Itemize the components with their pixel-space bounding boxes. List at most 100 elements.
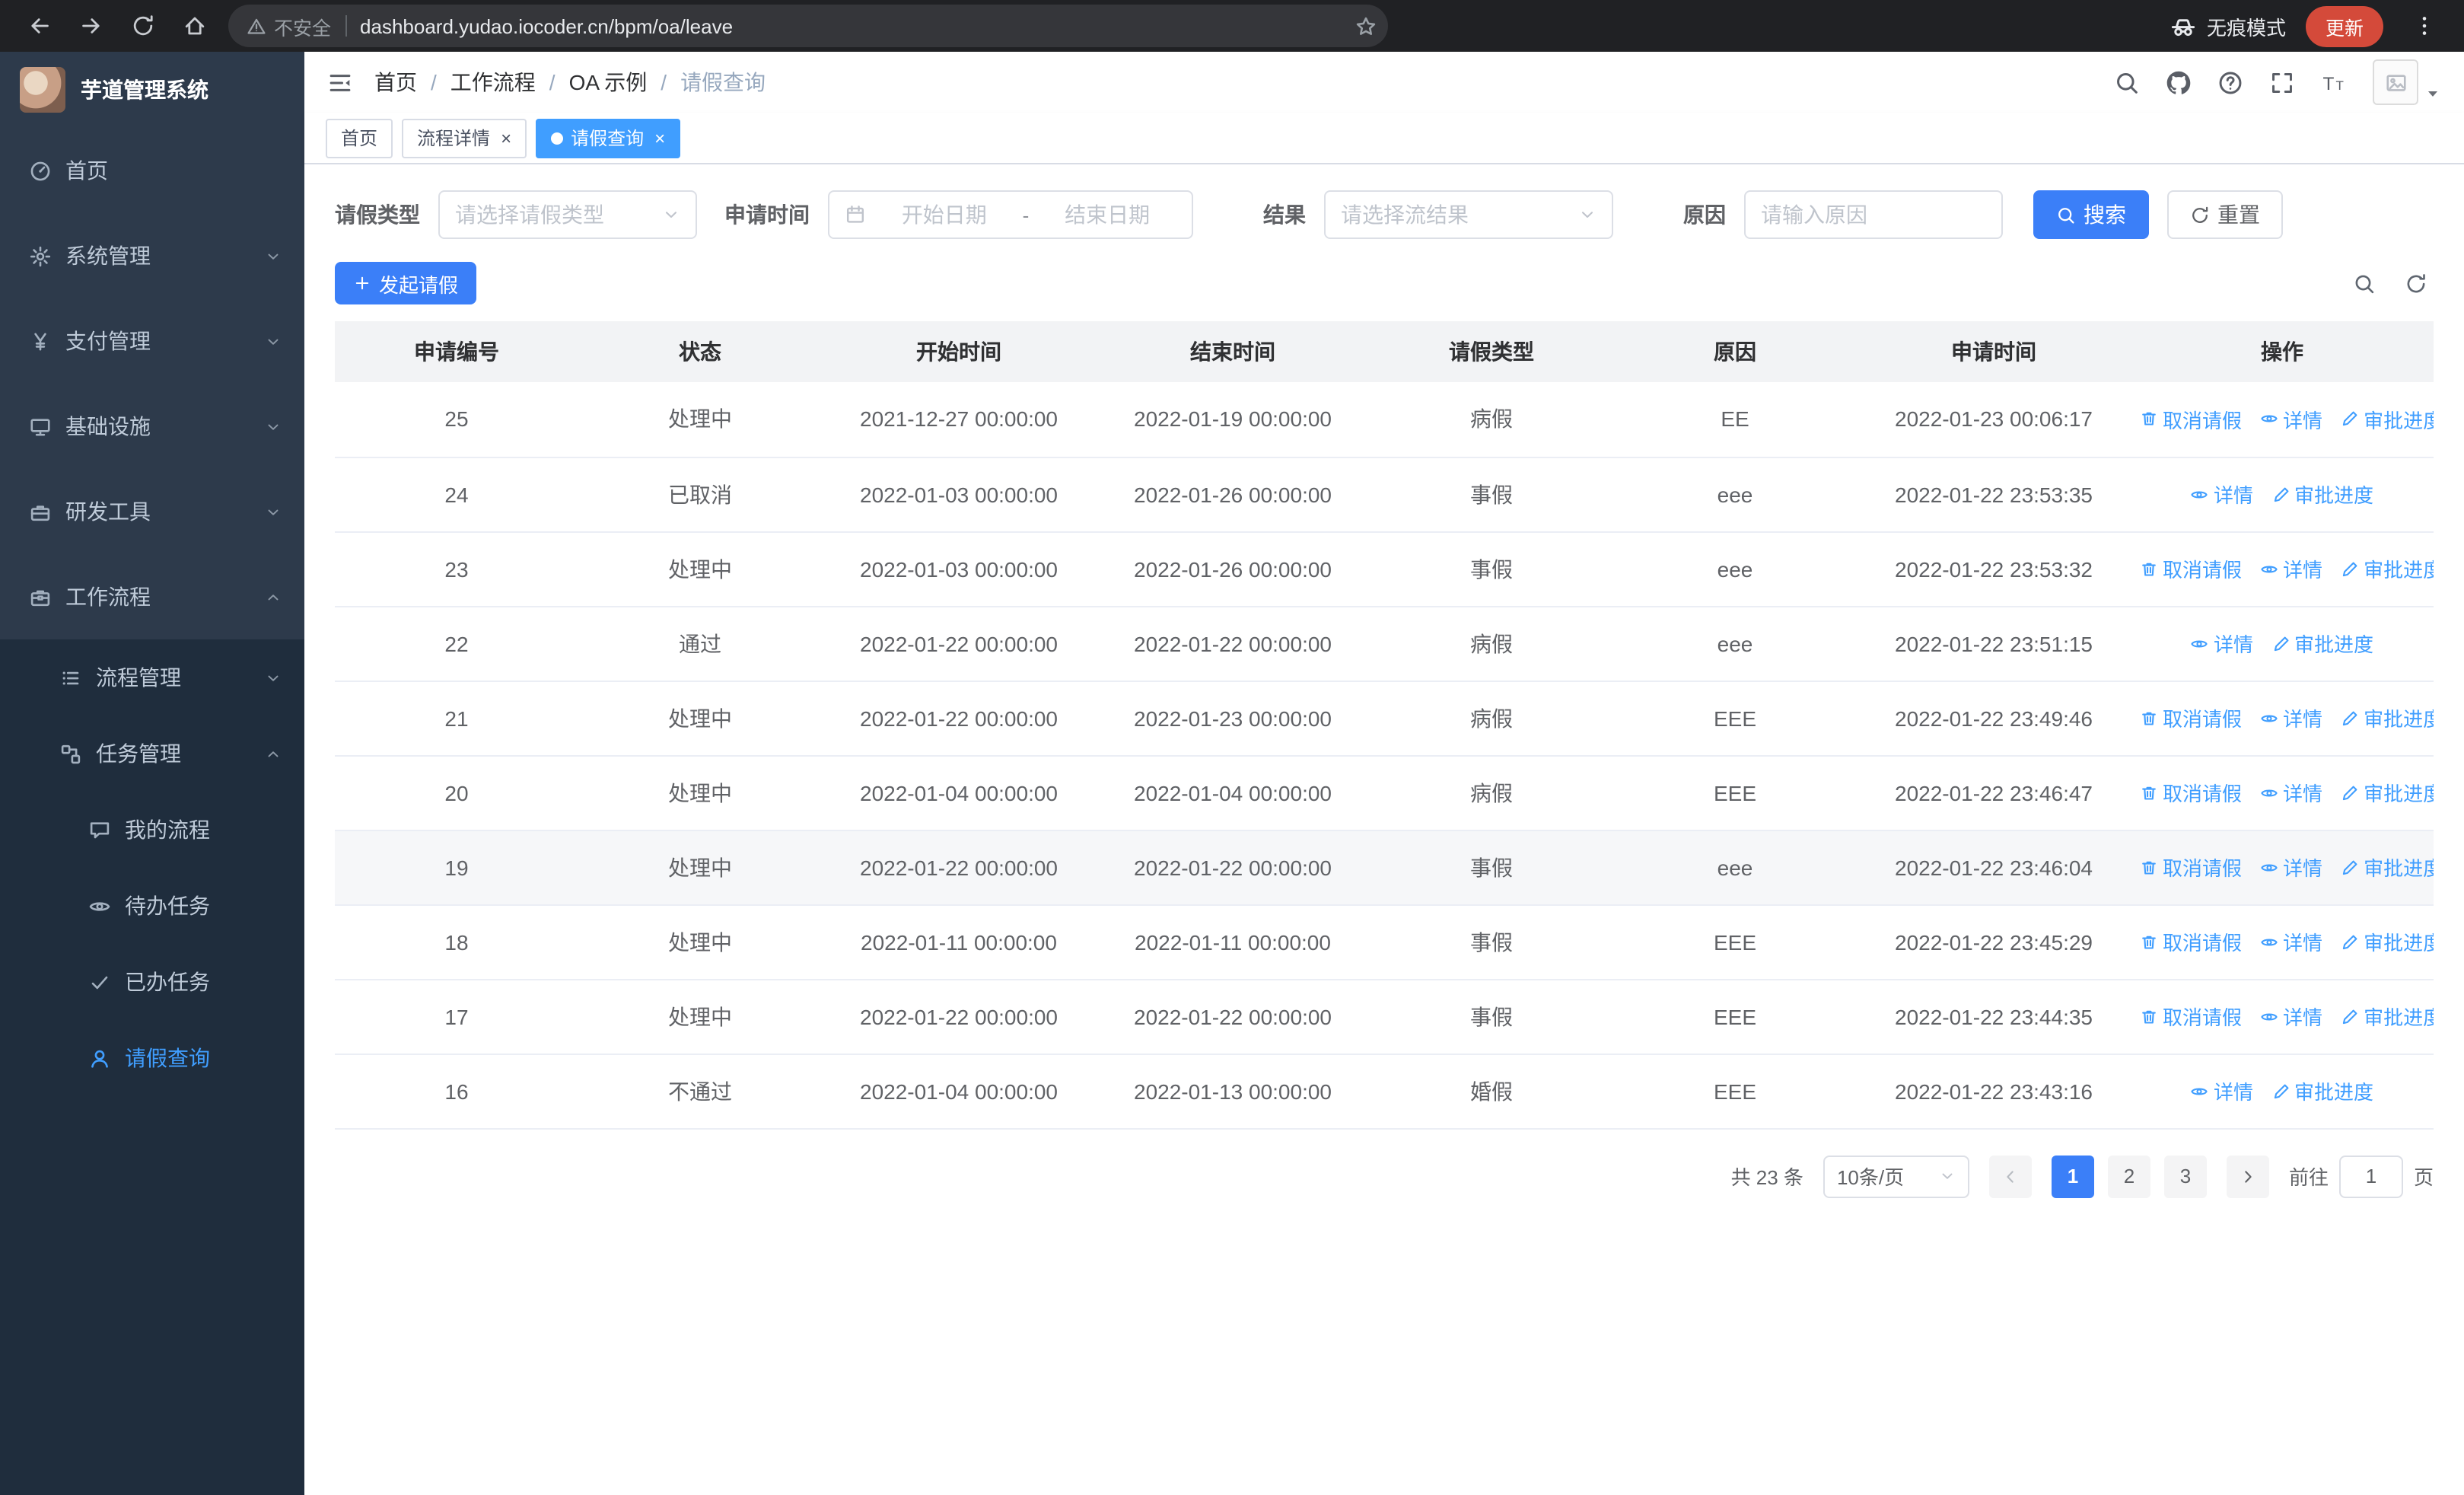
- sidebar-item-leave-query[interactable]: 请假查询: [0, 1020, 304, 1096]
- tab-leave-query[interactable]: 请假查询 ×: [536, 118, 681, 158]
- page-3-button[interactable]: 3: [2163, 1155, 2207, 1197]
- sidebar-item-todo-tasks[interactable]: 待办任务: [0, 868, 304, 944]
- page-size-select[interactable]: 10条/页: [1823, 1155, 1969, 1197]
- help-button[interactable]: [2217, 69, 2243, 95]
- toggle-search-button[interactable]: [2353, 272, 2376, 295]
- tab-home[interactable]: 首页: [326, 118, 393, 158]
- chevron-down-icon: [265, 669, 282, 686]
- app-logo[interactable]: 芋道管理系统: [0, 52, 304, 128]
- detail-action-link[interactable]: 详情: [2260, 554, 2322, 583]
- breadcrumb-item-1[interactable]: 工作流程: [450, 67, 536, 97]
- search-button[interactable]: 搜索: [2033, 190, 2149, 239]
- progress-action-link[interactable]: 审批进度: [2341, 1002, 2434, 1031]
- cancel-action-link[interactable]: 取消请假: [2140, 927, 2242, 956]
- cell-apply_time: 2022-01-22 23:49:46: [1857, 681, 2131, 756]
- sidebar-item-infrastructure[interactable]: 基础设施: [0, 384, 304, 469]
- leave-type-select[interactable]: 请选择请假类型: [438, 190, 697, 239]
- progress-action-link[interactable]: 审批进度: [2341, 778, 2434, 807]
- sidebar-item-done-tasks[interactable]: 已办任务: [0, 944, 304, 1020]
- sidebar-item-task-mgmt[interactable]: 任务管理: [0, 716, 304, 792]
- sidebar-item-payment-mgmt[interactable]: 支付管理: [0, 298, 304, 384]
- reason-field: [1744, 190, 2003, 239]
- cancel-action-link[interactable]: 取消请假: [2140, 1002, 2242, 1031]
- sidebar-item-my-process[interactable]: 我的流程: [0, 792, 304, 868]
- svg-text:T: T: [2336, 78, 2344, 92]
- browser-reload-button[interactable]: [122, 5, 164, 47]
- next-page-button[interactable]: [2226, 1155, 2269, 1197]
- detail-action-link[interactable]: 详情: [2260, 927, 2322, 956]
- browser-menu-button[interactable]: [2403, 5, 2446, 47]
- tab-close-icon[interactable]: ×: [501, 129, 511, 147]
- font-size-button[interactable]: TT: [2321, 69, 2347, 95]
- detail-action-link[interactable]: 详情: [2260, 853, 2322, 881]
- progress-action-label: 审批进度: [2364, 708, 2434, 731]
- header-search-button[interactable]: [2114, 69, 2140, 95]
- reason-input[interactable]: [1761, 202, 1986, 227]
- cancel-action-link[interactable]: 取消请假: [2140, 554, 2242, 583]
- detail-action-link[interactable]: 详情: [2191, 480, 2253, 508]
- progress-action-label: 审批进度: [2294, 633, 2374, 656]
- edit-icon: [2271, 1082, 2290, 1100]
- bookmark-star-button[interactable]: [1345, 6, 1385, 46]
- back-arrow-icon: [27, 14, 52, 38]
- sidebar-toggle-button[interactable]: [327, 69, 353, 95]
- reset-button[interactable]: 重置: [2167, 190, 2283, 239]
- progress-action-label: 审批进度: [2364, 932, 2434, 955]
- cancel-action-link[interactable]: 取消请假: [2140, 778, 2242, 807]
- refresh-table-button[interactable]: [2405, 272, 2427, 295]
- detail-action-link[interactable]: 详情: [2260, 1002, 2322, 1031]
- progress-action-link[interactable]: 审批进度: [2271, 1076, 2373, 1105]
- progress-action-link[interactable]: 审批进度: [2341, 927, 2434, 956]
- fullscreen-button[interactable]: [2269, 69, 2295, 95]
- detail-action-link[interactable]: 详情: [2191, 1076, 2253, 1105]
- start-date-placeholder: 开始日期: [901, 202, 987, 227]
- result-select[interactable]: 请选择流结果: [1324, 190, 1613, 239]
- cell-apply_time: 2022-01-22 23:51:15: [1857, 606, 2131, 681]
- tab-close-icon[interactable]: ×: [654, 129, 665, 147]
- tab-process-detail[interactable]: 流程详情 ×: [402, 118, 527, 158]
- progress-action-link[interactable]: 审批进度: [2271, 629, 2373, 658]
- breadcrumb-item-2[interactable]: OA 示例: [569, 67, 648, 97]
- sidebar-item-dev-tools[interactable]: 研发工具: [0, 469, 304, 554]
- sidebar-item-workflow[interactable]: 工作流程: [0, 554, 304, 639]
- chevron-left-icon: [2001, 1167, 2020, 1185]
- breadcrumb-item-0[interactable]: 首页: [374, 67, 417, 97]
- detail-action-link[interactable]: 详情: [2260, 778, 2322, 807]
- page-1-button[interactable]: 1: [2051, 1155, 2094, 1197]
- sidebar-item-process-mgmt[interactable]: 流程管理: [0, 639, 304, 716]
- page-2-button[interactable]: 2: [2107, 1155, 2150, 1197]
- detail-action-link[interactable]: 详情: [2260, 703, 2322, 732]
- apply-time-range-picker[interactable]: 开始日期 - 结束日期: [828, 190, 1193, 239]
- sidebar-item-home[interactable]: 首页: [0, 128, 304, 213]
- cancel-action-link[interactable]: 取消请假: [2140, 703, 2242, 732]
- cell-reason: EEE: [1613, 755, 1857, 830]
- browser-home-button[interactable]: [173, 5, 216, 47]
- browser-back-button[interactable]: [18, 5, 61, 47]
- edit-icon: [2341, 858, 2359, 876]
- security-warning[interactable]: 不安全: [247, 11, 331, 40]
- address-bar[interactable]: 不安全 dashboard.yudao.iocoder.cn/bpm/oa/le…: [228, 5, 1388, 47]
- sidebar-item-system-mgmt[interactable]: 系统管理: [0, 213, 304, 298]
- cell-actions: 取消请假 详情 审批进度: [2131, 681, 2434, 756]
- github-link[interactable]: [2166, 69, 2192, 95]
- cancel-action-link[interactable]: 取消请假: [2140, 853, 2242, 881]
- browser-forward-button[interactable]: [70, 5, 113, 47]
- progress-action-link[interactable]: 审批进度: [2341, 405, 2434, 434]
- detail-action-link[interactable]: 详情: [2260, 405, 2322, 434]
- progress-action-link[interactable]: 审批进度: [2271, 480, 2373, 508]
- cell-apply_time: 2022-01-22 23:46:04: [1857, 830, 2131, 905]
- progress-action-link[interactable]: 审批进度: [2341, 703, 2434, 732]
- browser-update-button[interactable]: 更新: [2305, 5, 2383, 46]
- progress-action-link[interactable]: 审批进度: [2341, 853, 2434, 881]
- eye-icon: [2260, 709, 2278, 727]
- tab-label: 流程详情: [417, 128, 491, 149]
- table-header-row: 申请编号 状态 开始时间 结束时间 请假类型 原因 申请时间 操作: [335, 321, 2434, 382]
- user-avatar-menu[interactable]: [2373, 59, 2441, 105]
- create-leave-button[interactable]: 发起请假: [335, 262, 477, 304]
- cancel-action-link[interactable]: 取消请假: [2140, 405, 2242, 434]
- cell-status: 已取消: [578, 457, 822, 532]
- goto-page-input[interactable]: [2338, 1155, 2403, 1197]
- detail-action-link[interactable]: 详情: [2191, 629, 2253, 658]
- prev-page-button[interactable]: [1988, 1155, 2032, 1197]
- progress-action-link[interactable]: 审批进度: [2341, 554, 2434, 583]
